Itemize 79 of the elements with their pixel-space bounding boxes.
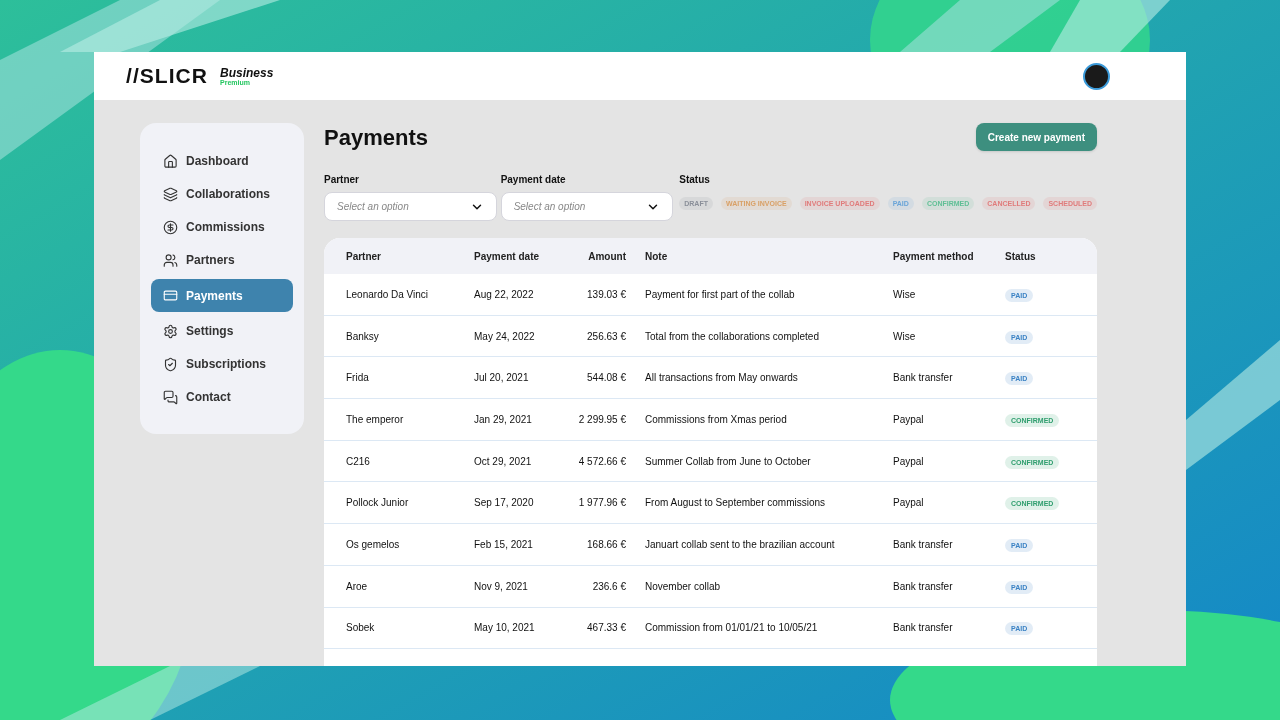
- table-cell-text: November collab: [644, 579, 722, 594]
- table-cell-text: Summer Collab from June to October: [644, 454, 812, 469]
- select-placeholder: Select an option: [513, 200, 586, 214]
- sidebar-item[interactable]: Collaborations: [151, 180, 293, 208]
- table-cell-text: Aug 22, 2022: [474, 287, 535, 302]
- table-cell-text: May 10, 2021: [474, 621, 536, 636]
- table-cell-text: Os gemelos: [345, 537, 401, 552]
- dollar-icon: [163, 219, 178, 235]
- column-header: Note: [644, 249, 669, 264]
- select-field[interactable]: Select an option: [324, 192, 497, 221]
- logo[interactable]: //SLICR: [126, 60, 209, 92]
- table-cell-text: 1 977.96 €: [577, 496, 626, 511]
- table-cell-text: Sobek: [345, 621, 376, 636]
- table-cell-text: Bank transfer: [893, 537, 954, 552]
- avatar[interactable]: [1083, 62, 1110, 90]
- table-cell-text: 4 572.66 €: [577, 454, 626, 469]
- column-header: Amount: [587, 249, 626, 264]
- select-placeholder: Select an option: [337, 200, 409, 214]
- table-cell-text: 256.63 €: [586, 329, 626, 344]
- table-cell-text: May 24, 2022: [474, 329, 536, 344]
- table-cell-text: 467.33 €: [586, 621, 626, 636]
- table-cell-text: Januart collab sent to the brazilian account: [644, 537, 836, 552]
- table-cell-text: 2 299.95 €: [577, 412, 626, 427]
- table-cell-text: Wise: [893, 329, 917, 344]
- home-icon: [163, 153, 178, 169]
- column-header: Status: [1005, 249, 1037, 264]
- create-payment-button[interactable]: Create new payment: [975, 123, 1097, 151]
- table-cell-text: 168.66 €: [586, 537, 626, 552]
- table-cell-text: All transactions from May onwards: [644, 371, 799, 386]
- sidebar-item[interactable]: Partners: [151, 246, 293, 274]
- table-cell-text: Feb 15, 2021: [474, 537, 534, 552]
- table-cell-text: Frida: [345, 371, 370, 386]
- sidebar-item[interactable]: Commissions: [151, 213, 293, 241]
- users-icon: [163, 252, 178, 268]
- table-cell-text: Payment for first part of the collab: [644, 287, 796, 302]
- table-cell-text: Total from the collaborations completed: [644, 329, 820, 344]
- column-header: Payment method: [893, 249, 975, 264]
- column-header: Payment date: [474, 249, 541, 264]
- filter-label: Status: [679, 173, 711, 187]
- sidebar-item[interactable]: Dashboard: [151, 147, 293, 175]
- table-cell-text: Bank transfer: [893, 621, 954, 636]
- table-cell-text: Leonardo Da Vinci: [345, 287, 430, 302]
- table-cell-text: Nov 9, 2021: [474, 579, 529, 594]
- sidebar-item[interactable]: Contact: [151, 383, 293, 411]
- table-cell-text: Commissions from Xmas period: [644, 412, 788, 427]
- table-cell-text: Paypal: [893, 496, 925, 511]
- table-cell-text: Banksy: [345, 329, 380, 344]
- plan-label: Business: [220, 66, 274, 79]
- sidebar-item[interactable]: Payments: [151, 279, 293, 312]
- table-cell-text: Bank transfer: [893, 371, 954, 386]
- chat-icon: [163, 389, 178, 405]
- stack-icon: [163, 186, 178, 202]
- table-cell-text: Pollock Junior: [345, 496, 410, 511]
- table-cell-text: 139.03 €: [586, 287, 626, 302]
- table-cell-text: C216: [345, 454, 371, 469]
- select-field[interactable]: Select an option: [500, 192, 674, 221]
- table-cell-text: The emperor: [345, 412, 405, 427]
- table-cell-text: Sep 17, 2020: [474, 496, 535, 511]
- table-cell-text: 236.6 €: [591, 579, 626, 594]
- table-cell-text: 544.08 €: [586, 371, 626, 386]
- table-cell-text: Aroe: [345, 579, 369, 594]
- sidebar-item[interactable]: Settings: [151, 317, 293, 345]
- table-cell-text: Jan 29, 2021: [474, 412, 533, 427]
- table-cell-text: Jul 20, 2021: [474, 371, 530, 386]
- shield-icon: [163, 356, 178, 372]
- table-cell-text: Paypal: [893, 412, 925, 427]
- page-title: Payments: [324, 123, 428, 152]
- filter-label: Partner: [324, 173, 360, 187]
- table-cell-text: Paypal: [893, 454, 925, 469]
- table-cell-text: From August to September commissions: [644, 496, 827, 511]
- table-cell-text: Commission from 01/01/21 to 10/05/21: [644, 621, 819, 636]
- card-icon: [163, 288, 178, 303]
- table-cell-text: Wise: [893, 287, 917, 302]
- sidebar-item[interactable]: Subscriptions: [151, 350, 293, 378]
- filter-label: Payment date: [500, 173, 567, 187]
- column-header: Partner: [345, 249, 382, 264]
- table-cell-text: Oct 29, 2021: [474, 454, 533, 469]
- table-cell-text: Bank transfer: [893, 579, 954, 594]
- settings-icon: [163, 323, 178, 339]
